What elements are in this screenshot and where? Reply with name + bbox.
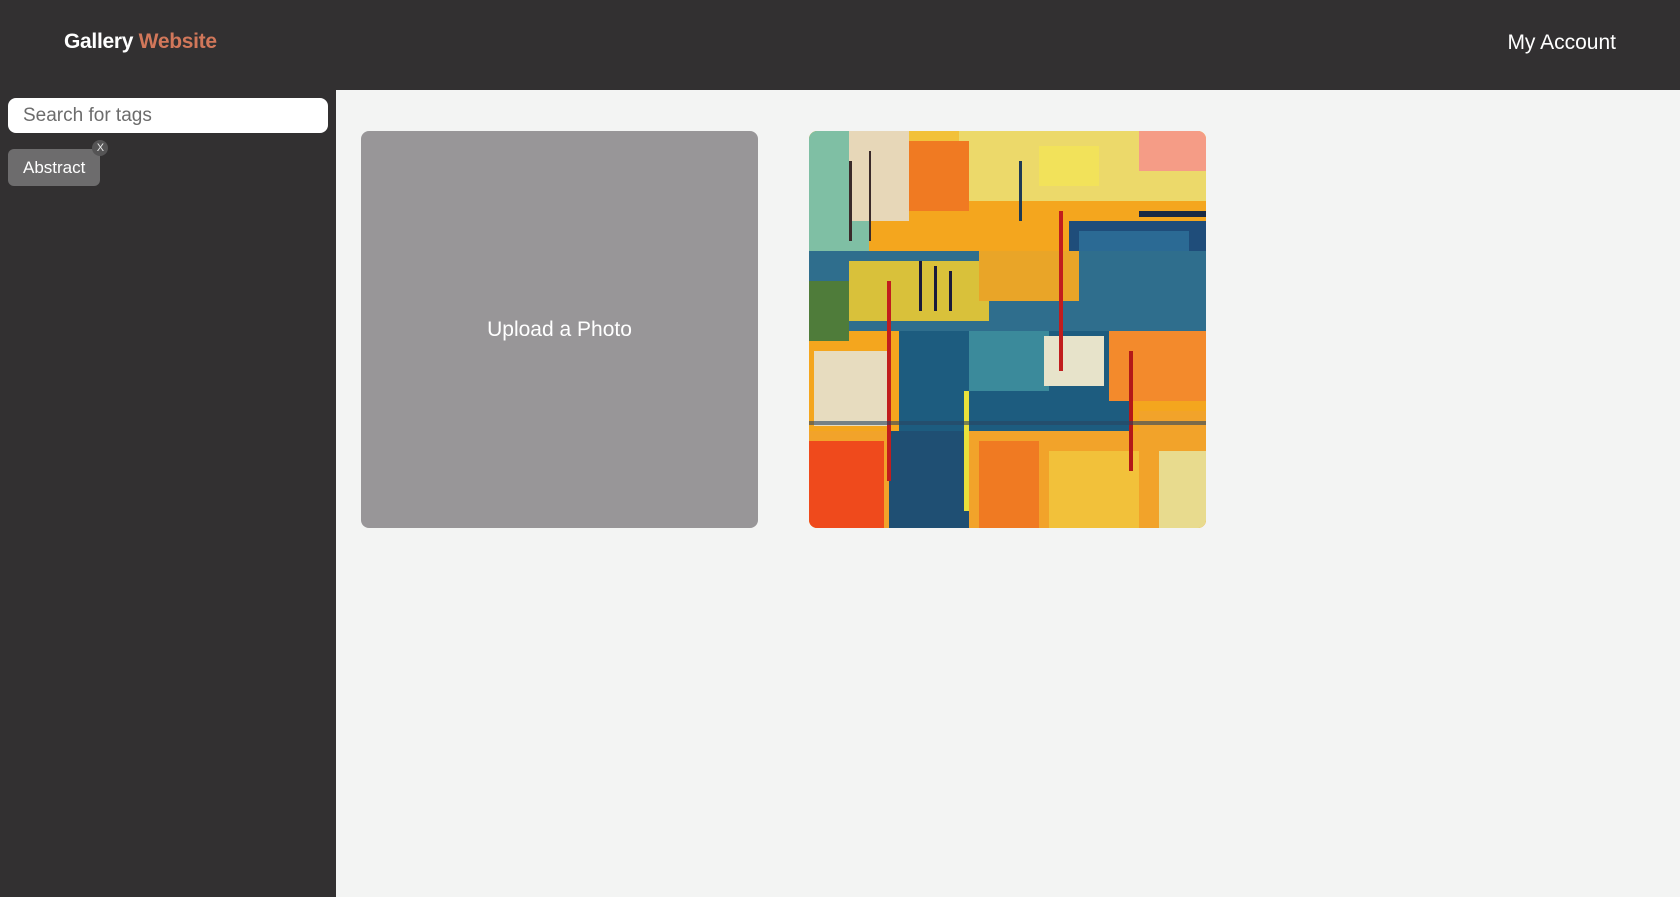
abstract-painting-image: [809, 131, 1206, 528]
tag-search-box: [8, 98, 328, 133]
tag-search-input[interactable]: [8, 98, 328, 133]
top-navbar: Gallery Website My Account: [0, 0, 1680, 90]
brand-name-gallery: Gallery: [64, 30, 134, 53]
tag-chip-abstract[interactable]: Abstract X: [8, 140, 109, 186]
gallery-main: Upload a Photo: [336, 90, 1680, 897]
gallery-photo[interactable]: [809, 131, 1206, 528]
tag-chip-label: Abstract: [23, 158, 86, 177]
upload-photo-button[interactable]: Upload a Photo: [361, 131, 758, 528]
my-account-link[interactable]: My Account: [1507, 31, 1616, 55]
site-logo[interactable]: Gallery Website: [64, 30, 217, 54]
upload-photo-label: Upload a Photo: [487, 317, 632, 341]
remove-tag-button[interactable]: X: [92, 140, 109, 156]
sidebar: Abstract X: [0, 90, 336, 897]
brand-name-website: Website: [138, 30, 217, 53]
